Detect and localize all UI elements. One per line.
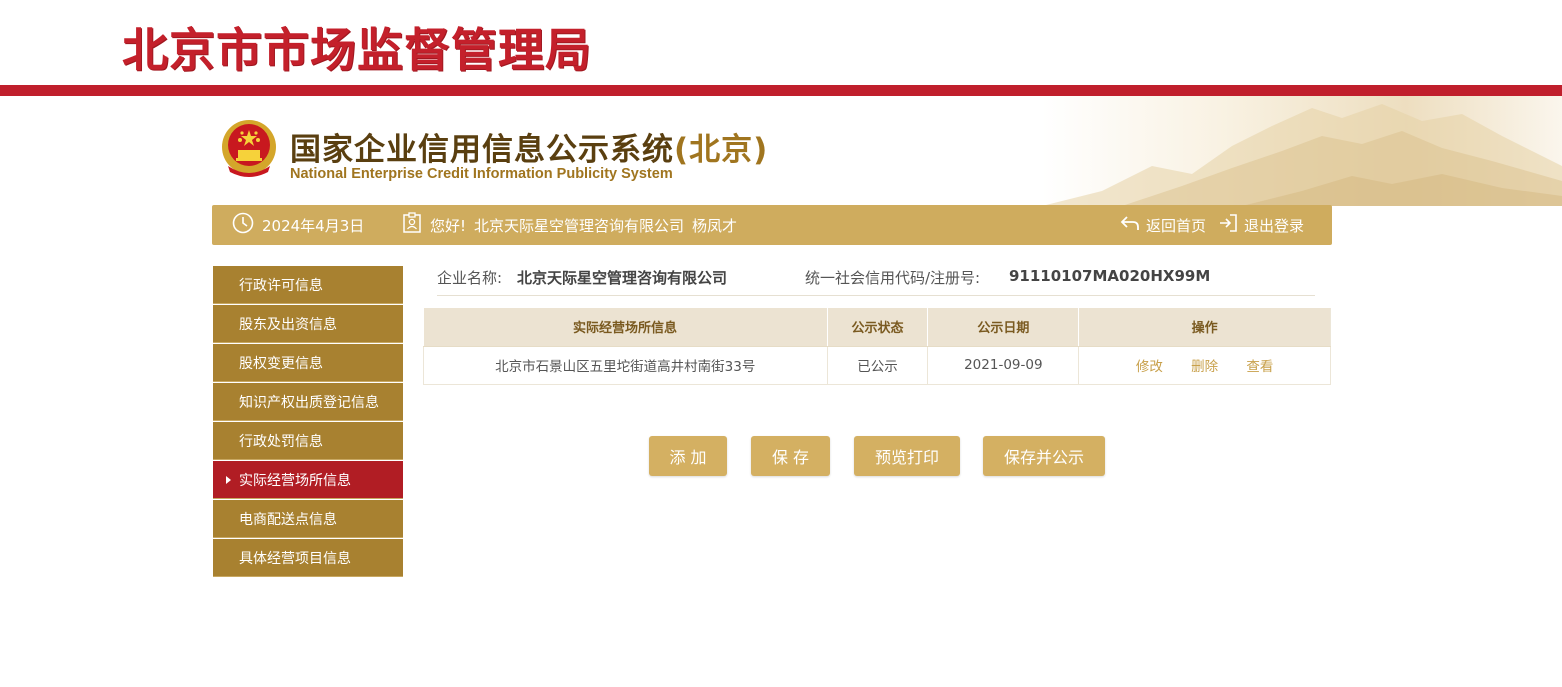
- company-name-label: 企业名称:: [437, 269, 503, 287]
- mountain-background: [1042, 96, 1562, 206]
- cell-status: 已公示: [827, 346, 929, 385]
- greeting-text: 您好!: [430, 216, 467, 235]
- cell-actions: 修改 删除 查看: [1078, 346, 1331, 385]
- table-header-row: 实际经营场所信息 公示状态 公示日期 操作: [423, 308, 1331, 347]
- current-date: 2024年4月3日: [262, 216, 365, 235]
- sidebar-item-business-items[interactable]: 具体经营项目信息: [213, 539, 403, 577]
- return-home-link[interactable]: 返回首页: [1146, 215, 1206, 236]
- sidebar-item-ip-pledge[interactable]: 知识产权出质登记信息: [213, 383, 403, 421]
- user-badge-icon: [402, 212, 422, 238]
- logged-in-company: 北京天际星空管理咨询有限公司: [474, 216, 685, 235]
- premises-table: 实际经营场所信息 公示状态 公示日期 操作 北京市石景山区五里坨街道高井村南街3…: [423, 308, 1331, 385]
- logout-link[interactable]: 退出登录: [1244, 215, 1304, 236]
- sidebar-item-admin-penalty[interactable]: 行政处罚信息: [213, 422, 403, 460]
- sidebar-item-label: 具体经营项目信息: [239, 550, 351, 567]
- col-header-actions: 操作: [1078, 308, 1331, 347]
- national-emblem-icon: [220, 118, 278, 180]
- system-title: 国家企业信用信息公示系统(北京): [290, 124, 768, 169]
- logout-icon[interactable]: [1218, 213, 1238, 237]
- top-header: 北京市市场监督管理局: [0, 0, 1562, 85]
- company-info: 企业名称: 北京天际星空管理咨询有限公司 统一社会信用代码/注册号: 91110…: [437, 258, 1315, 296]
- sidebar-item-label: 电商配送点信息: [239, 511, 337, 528]
- bureau-title: 北京市市场监督管理局: [122, 23, 592, 77]
- sidebar-item-label: 股权变更信息: [239, 355, 323, 372]
- edit-link[interactable]: 修改: [1136, 359, 1163, 375]
- cell-date: 2021-09-09: [927, 346, 1080, 385]
- sidebar-nav: 行政许可信息 股东及出资信息 股权变更信息 知识产权出质登记信息 行政处罚信息 …: [213, 266, 403, 578]
- clock-icon: [232, 212, 254, 238]
- sidebar-item-equity-change[interactable]: 股权变更信息: [213, 344, 403, 382]
- date-group: 2024年4月3日: [232, 205, 364, 245]
- system-title-main: 国家企业信用信息公示系统: [290, 132, 674, 168]
- sidebar-item-business-premises[interactable]: 实际经营场所信息: [213, 461, 403, 499]
- system-subtitle: National Enterprise Credit Information P…: [290, 166, 673, 182]
- add-button[interactable]: 添 加: [649, 436, 727, 476]
- credit-code-label: 统一社会信用代码/注册号:: [805, 269, 981, 287]
- view-link[interactable]: 查看: [1246, 359, 1273, 375]
- sidebar-item-label: 实际经营场所信息: [239, 472, 351, 489]
- sidebar-item-admin-license[interactable]: 行政许可信息: [213, 266, 403, 304]
- col-header-status: 公示状态: [827, 308, 929, 347]
- sidebar-item-ecommerce-delivery[interactable]: 电商配送点信息: [213, 500, 403, 538]
- info-bar: 2024年4月3日 您好! 北京天际星空管理咨询有限公司 杨凤才 返回首页 退出…: [212, 205, 1332, 245]
- cell-address: 北京市石景山区五里坨街道高井村南街33号: [423, 346, 828, 385]
- header-actions: 返回首页 退出登录: [1120, 205, 1304, 245]
- sidebar-item-shareholder-contribution[interactable]: 股东及出资信息: [213, 305, 403, 343]
- col-header-address: 实际经营场所信息: [423, 308, 828, 347]
- return-arrow-icon[interactable]: [1120, 214, 1140, 236]
- greeting-group: 您好! 北京天际星空管理咨询有限公司 杨凤才: [402, 205, 737, 245]
- system-banner: 国家企业信用信息公示系统(北京) National Enterprise Cre…: [0, 96, 1562, 206]
- red-divider-bar: [0, 85, 1562, 96]
- active-arrow-icon: [226, 476, 231, 484]
- sidebar-item-label: 行政许可信息: [239, 277, 323, 294]
- preview-print-button[interactable]: 预览打印: [854, 436, 960, 476]
- system-title-region: (北京): [674, 132, 769, 168]
- save-button[interactable]: 保 存: [751, 436, 830, 476]
- sidebar-item-label: 股东及出资信息: [239, 316, 337, 333]
- sidebar-item-label: 行政处罚信息: [239, 433, 323, 450]
- table-row: 北京市石景山区五里坨街道高井村南街33号 已公示 2021-09-09 修改 删…: [423, 346, 1331, 385]
- company-name-value: 北京天际星空管理咨询有限公司: [517, 269, 728, 287]
- col-header-date: 公示日期: [927, 308, 1080, 347]
- logged-in-user: 杨凤才: [692, 216, 738, 235]
- save-publish-button[interactable]: 保存并公示: [983, 436, 1105, 476]
- credit-code-value: 91110107MA020HX99M: [1009, 267, 1211, 285]
- delete-link[interactable]: 删除: [1191, 359, 1218, 375]
- sidebar-item-label: 知识产权出质登记信息: [239, 394, 379, 411]
